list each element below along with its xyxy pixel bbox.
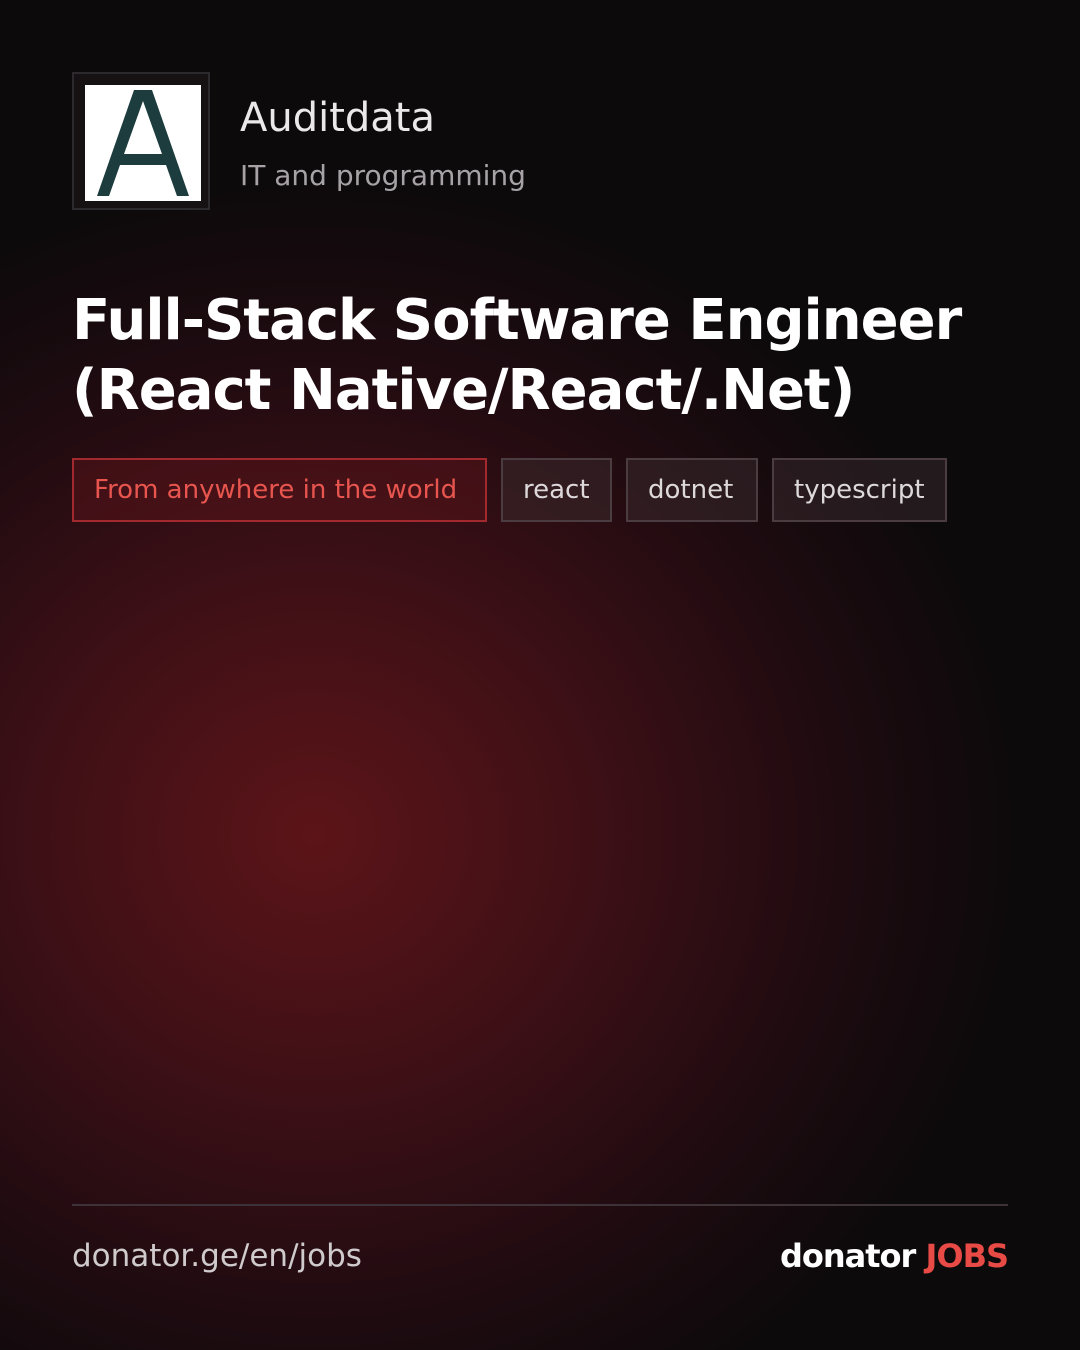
brand-jobs: JOBS (925, 1237, 1009, 1275)
footer-divider (72, 1204, 1008, 1206)
location-tag: From anywhere in the world (72, 458, 487, 522)
brand-logo: donator JOBS (779, 1234, 1009, 1278)
letter-a-logo-icon (97, 90, 189, 196)
job-title-line-2: (React Native/React/.Net) (72, 358, 855, 423)
job-title: Full-Stack Software Engineer (React Nati… (72, 286, 1022, 426)
skill-tag-dotnet: dotnet (626, 458, 758, 522)
company-category: IT and programming (240, 159, 526, 192)
company-logo (72, 72, 210, 210)
company-name: Auditdata (240, 95, 435, 141)
company-logo-image (85, 85, 201, 201)
footer-url: donator.ge/en/jobs (72, 1238, 362, 1274)
job-title-line-1: Full-Stack Software Engineer (72, 288, 962, 353)
skill-tag-typescript: typescript (772, 458, 947, 522)
skill-tag-react: react (501, 458, 612, 522)
brand-word: donator (779, 1237, 916, 1275)
